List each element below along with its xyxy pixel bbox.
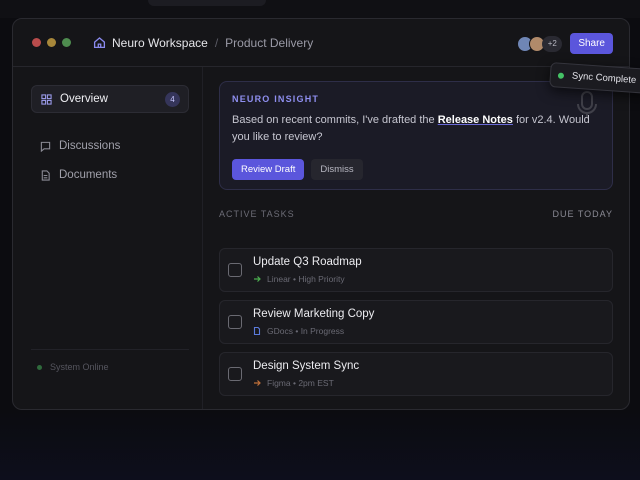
insight-message: Based on recent commits, I've drafted th…: [232, 112, 602, 146]
window-controls: [32, 38, 71, 47]
task-meta: Linear • High Priority: [253, 274, 345, 284]
task-detail: High Priority: [298, 274, 345, 284]
insight-text-before: Based on recent commits, I've drafted th…: [232, 114, 438, 126]
breadcrumb-page[interactable]: Product Delivery: [225, 36, 313, 50]
microphone-icon: [577, 91, 597, 118]
sidebar: Overview 4 Discussions Documents System …: [13, 67, 203, 409]
insight-label: NEURO INSIGHT: [232, 94, 320, 104]
task-item[interactable]: Review Marketing Copy GDocs • In Progres…: [219, 300, 613, 344]
background-glow: [0, 410, 640, 480]
tasks-header: ACTIVE TASKS DUE TODAY: [219, 209, 613, 219]
share-button[interactable]: Share: [570, 33, 613, 54]
background-pill: [148, 0, 266, 6]
breadcrumb-workspace[interactable]: Neuro Workspace: [112, 36, 208, 50]
task-checkbox[interactable]: [228, 315, 242, 329]
count-badge: 4: [165, 92, 180, 107]
sidebar-item-discussions[interactable]: Discussions: [31, 132, 189, 160]
sync-status-dot: [557, 72, 565, 79]
main-content: NEURO INSIGHT Based on recent commits, I…: [217, 67, 615, 409]
home-icon: [93, 37, 106, 49]
task-detail: In Progress: [300, 326, 345, 336]
close-window-button[interactable]: [32, 38, 41, 47]
document-icon: [253, 327, 261, 335]
insight-card: NEURO INSIGHT Based on recent commits, I…: [219, 81, 613, 190]
task-checkbox[interactable]: [228, 263, 242, 277]
sidebar-item-documents[interactable]: Documents: [31, 161, 189, 189]
background-top-strip: [0, 0, 640, 18]
review-draft-button[interactable]: Review Draft: [232, 159, 305, 180]
task-source: GDocs: [267, 326, 293, 336]
maximize-window-button[interactable]: [62, 38, 71, 47]
sidebar-item-label: Discussions: [59, 140, 121, 152]
task-title: Review Marketing Copy: [253, 308, 375, 320]
task-source: Figma: [267, 378, 291, 388]
status-dot: [37, 364, 42, 370]
collaborator-avatars[interactable]: +2: [517, 35, 563, 52]
breadcrumb-separator: /: [214, 35, 219, 50]
task-item[interactable]: Design System Sync Figma • 2pm EST: [219, 352, 613, 396]
chat-icon: [40, 141, 51, 152]
app-window: Neuro Workspace / Product Delivery +2 Sh…: [12, 18, 630, 410]
tasks-heading: ACTIVE TASKS: [219, 209, 295, 219]
task-detail: 2pm EST: [298, 378, 334, 388]
breadcrumb: Neuro Workspace / Product Delivery: [93, 36, 313, 50]
title-bar: Neuro Workspace / Product Delivery +2 Sh…: [13, 19, 629, 67]
sidebar-item-label: Overview: [60, 93, 108, 105]
system-status-text: System Online: [50, 362, 109, 372]
arrow-right-icon: [254, 276, 261, 282]
release-notes-link[interactable]: Release Notes: [438, 114, 513, 126]
sidebar-item-overview[interactable]: Overview 4: [31, 85, 189, 113]
task-item[interactable]: Update Q3 Roadmap Linear • High Priority: [219, 248, 613, 292]
task-meta: Figma • 2pm EST: [253, 378, 334, 388]
task-title: Update Q3 Roadmap: [253, 256, 362, 268]
document-icon: [41, 169, 50, 181]
system-status: System Online: [31, 349, 189, 372]
header-actions: +2 Share: [517, 33, 613, 54]
due-today-label[interactable]: DUE TODAY: [552, 209, 613, 219]
insight-actions: Review Draft Dismiss: [232, 159, 363, 180]
task-meta: GDocs • In Progress: [253, 326, 344, 336]
arrow-right-icon: [254, 380, 261, 386]
task-source: Linear: [267, 274, 291, 284]
minimize-window-button[interactable]: [47, 38, 56, 47]
avatar-more-count[interactable]: +2: [542, 35, 563, 52]
task-title: Design System Sync: [253, 360, 360, 372]
grid-icon: [41, 93, 52, 105]
sidebar-item-label: Documents: [59, 169, 118, 181]
task-checkbox[interactable]: [228, 367, 242, 381]
sync-toast-text: Sync Complete: [571, 70, 637, 87]
dismiss-button[interactable]: Dismiss: [311, 159, 363, 180]
